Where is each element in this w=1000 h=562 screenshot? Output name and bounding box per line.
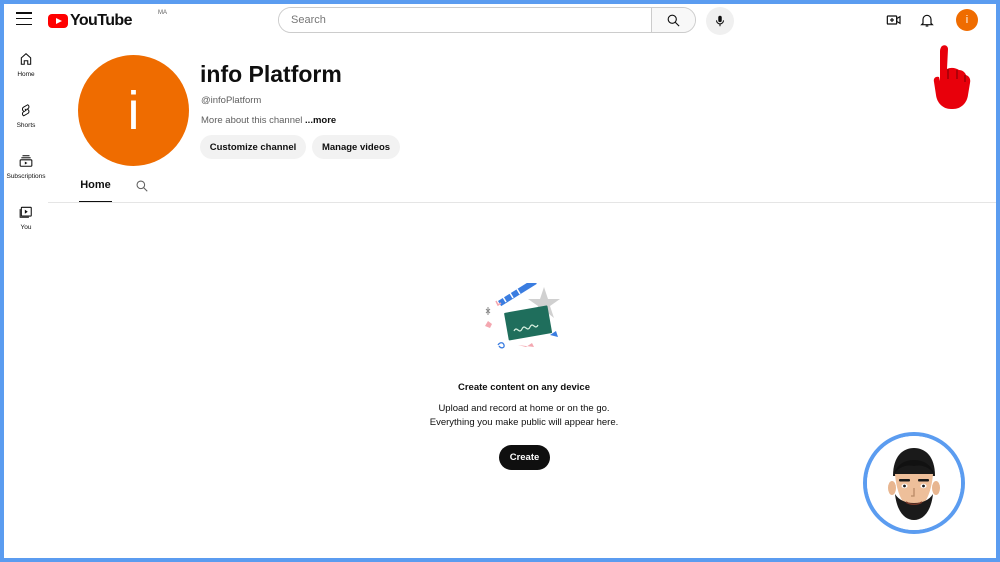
bearded-man-avatar-icon bbox=[867, 436, 961, 530]
subscriptions-icon bbox=[19, 155, 33, 167]
manage-videos-button[interactable]: Manage videos bbox=[312, 135, 400, 159]
create-button[interactable]: Create bbox=[499, 445, 550, 470]
sidebar-item-label: Shorts bbox=[16, 122, 36, 129]
account-avatar[interactable]: i bbox=[956, 9, 978, 31]
country-code: MA bbox=[158, 10, 167, 16]
youtube-logo[interactable]: YouTube MA bbox=[48, 10, 167, 30]
clapperboard-illustration bbox=[485, 283, 560, 349]
tab-home[interactable]: Home bbox=[79, 179, 112, 203]
logo-text: YouTube bbox=[70, 12, 132, 29]
search-input[interactable] bbox=[279, 8, 651, 32]
search-icon bbox=[136, 180, 148, 192]
home-icon bbox=[20, 53, 32, 65]
empty-state-title: Create content on any device bbox=[458, 382, 590, 393]
empty-state-line: Upload and record at home or on the go. bbox=[438, 403, 610, 414]
side-nav: Home Shorts Subscriptions You bbox=[4, 48, 48, 252]
bell-icon bbox=[920, 14, 934, 27]
sidebar-item-label: You bbox=[20, 224, 32, 231]
presenter-avatar bbox=[863, 432, 965, 534]
sidebar-item-home[interactable]: Home bbox=[4, 48, 48, 99]
sidebar-item-subscriptions[interactable]: Subscriptions bbox=[4, 150, 48, 201]
pointing-hand-icon bbox=[933, 45, 971, 109]
channel-name: info Platform bbox=[200, 61, 342, 87]
channel-search-button[interactable] bbox=[135, 179, 149, 198]
mic-icon bbox=[715, 15, 725, 27]
search-bar bbox=[278, 7, 696, 33]
voice-search-button[interactable] bbox=[706, 7, 734, 35]
search-icon bbox=[667, 14, 680, 27]
you-icon bbox=[19, 206, 32, 218]
sidebar-item-you[interactable]: You bbox=[4, 201, 48, 252]
search-button[interactable] bbox=[651, 8, 695, 32]
more-link[interactable]: ...more bbox=[305, 115, 336, 126]
tab-divider bbox=[48, 202, 996, 203]
notifications-button[interactable] bbox=[917, 10, 937, 30]
sidebar-item-shorts[interactable]: Shorts bbox=[4, 99, 48, 150]
customize-channel-button[interactable]: Customize channel bbox=[200, 135, 306, 159]
channel-handle: @infoPlatform bbox=[201, 95, 262, 106]
shorts-icon bbox=[21, 104, 30, 117]
empty-state-line: Everything you make public will appear h… bbox=[429, 417, 619, 428]
create-video-icon bbox=[886, 15, 901, 25]
top-bar: YouTube MA i bbox=[4, 4, 996, 38]
channel-avatar[interactable]: i bbox=[78, 55, 189, 166]
sidebar-item-label: Home bbox=[17, 71, 35, 78]
create-video-button[interactable] bbox=[884, 10, 904, 30]
sidebar-item-label: Subscriptions bbox=[6, 173, 46, 180]
youtube-play-icon bbox=[48, 14, 68, 28]
channel-description-text: More about this channel bbox=[201, 115, 303, 126]
menu-icon[interactable] bbox=[16, 12, 32, 26]
youtube-window: YouTube MA i Home Shorts bbox=[4, 4, 996, 558]
channel-description[interactable]: More about this channel ...more bbox=[201, 115, 336, 126]
